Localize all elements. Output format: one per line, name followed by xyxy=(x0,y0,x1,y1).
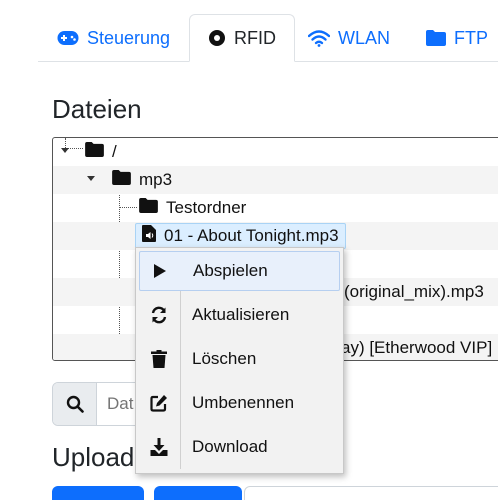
play-icon xyxy=(140,263,180,279)
folder-icon xyxy=(112,170,131,190)
menu-item-label: Umbenennen xyxy=(192,393,295,412)
tree-label: mp3 xyxy=(139,170,173,189)
tab-label: RFID xyxy=(234,27,276,48)
search-icon xyxy=(53,383,97,425)
menu-item-loeschen[interactable]: Löschen xyxy=(139,339,340,379)
tab-label: WLAN xyxy=(338,27,391,48)
search-group xyxy=(52,382,142,426)
tab-steuerung[interactable]: Steuerung xyxy=(57,14,170,62)
wifi-icon xyxy=(308,29,330,47)
tree-row-selected-file[interactable]: 01 - About Tonight.mp3 xyxy=(53,222,498,250)
edit-icon xyxy=(139,394,179,412)
tab-ftp[interactable]: FTP xyxy=(426,14,488,62)
download-icon xyxy=(139,438,179,456)
tab-wlan[interactable]: WLAN xyxy=(308,14,390,62)
tab-label: FTP xyxy=(454,27,488,48)
nav-tabs: Steuerung RFID WLAN FTP xyxy=(0,0,498,62)
folder-icon xyxy=(85,142,104,162)
upload-button-secondary[interactable] xyxy=(154,486,242,500)
tree-row-root[interactable]: / xyxy=(53,138,498,166)
tree-label: 01 - About Tonight.mp3 xyxy=(164,226,339,245)
menu-item-download[interactable]: Download xyxy=(139,427,340,467)
menu-item-label: Löschen xyxy=(192,349,257,368)
tree-row-mp3[interactable]: mp3 xyxy=(53,166,498,194)
menu-item-umbenennen[interactable]: Umbenennen xyxy=(139,383,340,423)
trash-icon xyxy=(139,350,179,368)
menu-item-aktualisieren[interactable]: Aktualisieren xyxy=(139,295,340,335)
menu-item-label: Abspielen xyxy=(193,261,268,280)
tree-label: (original_mix).mp3 xyxy=(344,282,484,301)
tab-rfid[interactable]: RFID xyxy=(189,14,295,62)
tab-label: Steuerung xyxy=(87,27,171,48)
upload-button-primary[interactable] xyxy=(52,486,144,500)
files-heading: Dateien xyxy=(52,94,142,124)
refresh-icon xyxy=(139,306,179,324)
menu-item-abspielen[interactable]: Abspielen xyxy=(139,251,340,291)
upload-heading: Upload xyxy=(52,442,135,472)
tree-label: ay) [Etherwood VIP] xyxy=(341,338,493,357)
menu-item-label: Download xyxy=(192,437,268,456)
audio-file-icon xyxy=(142,225,156,247)
gamepad-icon xyxy=(57,30,79,46)
rfid-disc-icon xyxy=(208,29,226,47)
tree-label: Testordner xyxy=(166,198,247,217)
expand-toggle-icon[interactable] xyxy=(87,176,95,181)
folder-icon xyxy=(426,30,446,46)
tree-row-testordner[interactable]: Testordner xyxy=(53,194,498,222)
folder-icon xyxy=(139,198,158,218)
upload-file-input[interactable] xyxy=(244,486,498,500)
tree-label: / xyxy=(112,142,117,161)
menu-item-label: Aktualisieren xyxy=(192,305,290,324)
expand-toggle-icon[interactable] xyxy=(61,148,69,153)
context-menu: Abspielen Aktualisieren Löschen Umbenenn… xyxy=(135,247,344,474)
